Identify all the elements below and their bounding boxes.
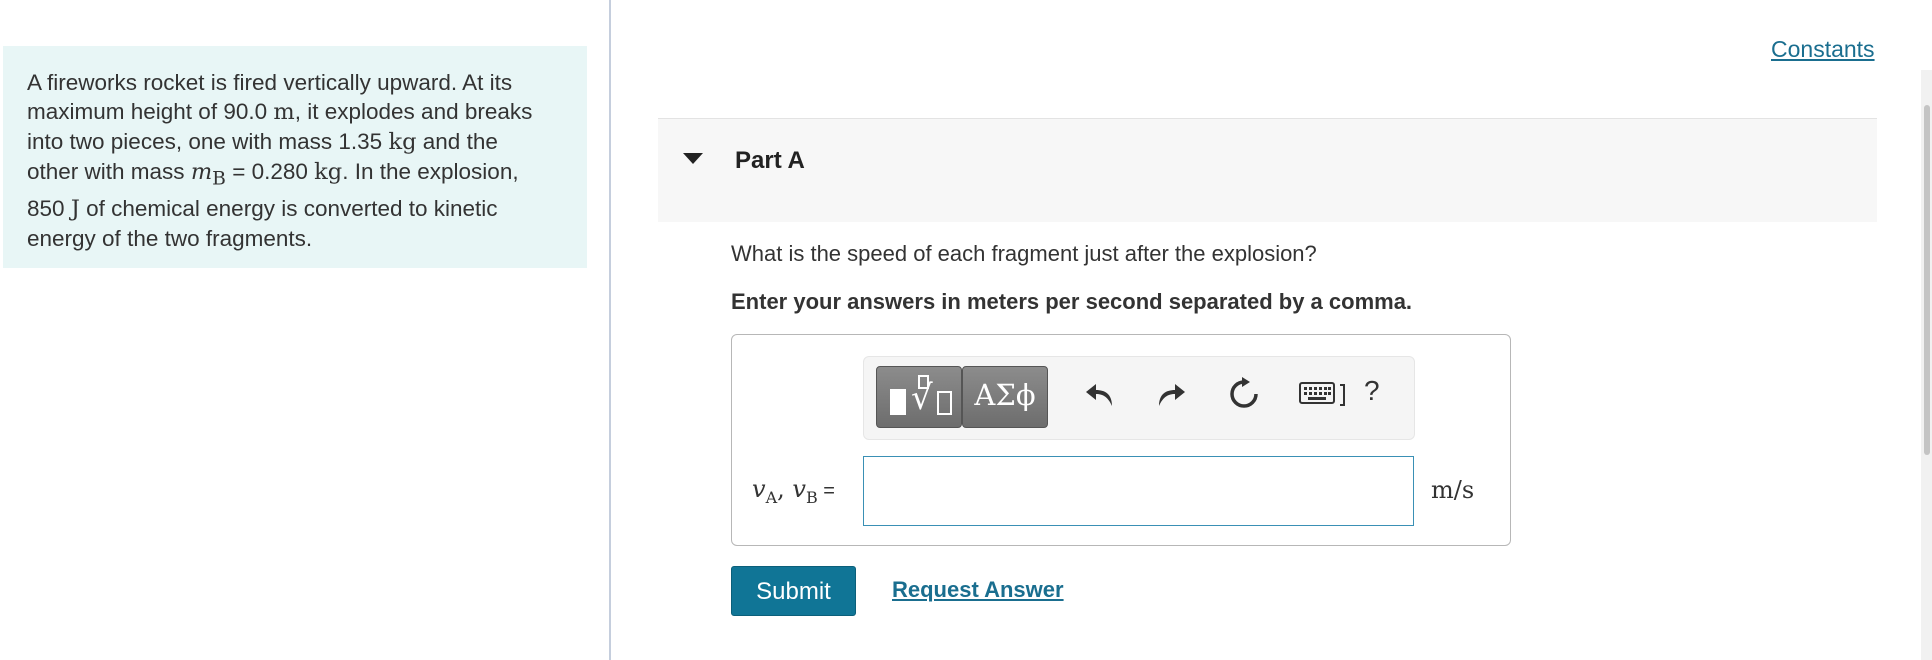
scrollbar-thumb[interactable]: [1924, 105, 1930, 455]
problem-line-5: 850 J of chemical energy is converted to…: [27, 195, 498, 222]
problem-line-6: energy of the two fragments.: [27, 225, 313, 251]
part-title: Part A: [735, 147, 805, 174]
submit-button[interactable]: Submit: [731, 566, 856, 616]
unit-label: m/s: [1431, 476, 1475, 504]
templates-icon: [890, 389, 906, 415]
unit-kg: kg: [314, 159, 343, 185]
redo-icon[interactable]: [1153, 376, 1189, 412]
part-a-header[interactable]: Part A: [658, 118, 1877, 222]
request-answer-link[interactable]: Request Answer: [892, 577, 1064, 603]
reset-icon[interactable]: [1226, 376, 1262, 412]
answer-label: vA, vB =: [752, 475, 835, 507]
problem-line-2: maximum height of 90.0 m, it explodes an…: [27, 99, 533, 125]
templates-button[interactable]: √: [876, 366, 962, 428]
collapse-caret-icon[interactable]: [683, 153, 703, 164]
problem-line-3: into two pieces, one with mass 1.35 kg a…: [27, 129, 498, 155]
undo-icon[interactable]: [1082, 376, 1118, 412]
question-text: What is the speed of each fragment just …: [731, 241, 1317, 266]
math-toolbar: √ ΑΣϕ ?: [863, 356, 1415, 440]
help-icon[interactable]: ?: [1364, 375, 1380, 407]
instruction-text: Enter your answers in meters per second …: [731, 289, 1413, 314]
unit-kg: kg: [388, 129, 417, 155]
problem-line-1: A fireworks rocket is fired vertically u…: [27, 70, 513, 95]
constants-link[interactable]: Constants: [1771, 36, 1875, 63]
unit-m: m: [273, 99, 295, 125]
answer-box: √ ΑΣϕ ? vA, vB = m/s: [731, 334, 1511, 546]
answer-input[interactable]: [863, 456, 1414, 526]
unit-j: J: [70, 195, 80, 222]
panel-divider: [609, 0, 611, 660]
mass-b-symbol: mB: [190, 159, 226, 190]
keyboard-icon[interactable]: [1298, 377, 1350, 411]
symbols-button[interactable]: ΑΣϕ: [962, 366, 1048, 428]
problem-line-4: other with mass mB = 0.280 kg. In the ex…: [27, 159, 519, 190]
problem-statement-panel: A fireworks rocket is fired vertically u…: [3, 46, 587, 268]
